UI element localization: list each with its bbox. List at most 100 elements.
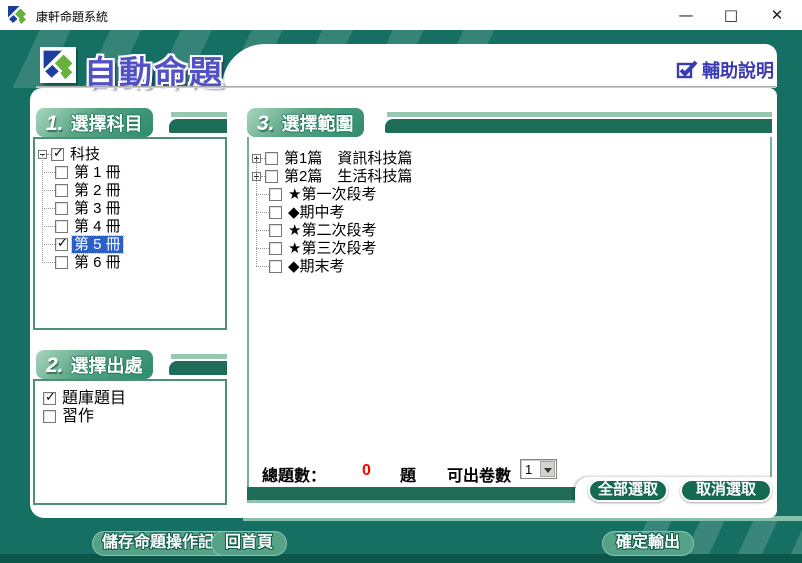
checkbox[interactable] xyxy=(43,410,56,423)
section2-header: 2. 選擇出處 xyxy=(36,350,153,379)
subject-tree-box: 科技 第 1 冊 第 2 冊 第 3 冊 第 4 冊 第 5 冊 xyxy=(33,137,227,330)
tree-item-label: 第 3 冊 xyxy=(72,200,123,217)
app-window: 康軒命題系統 — □ ✕ 自動命題 輔助說明 1. 選擇科目 科技 xyxy=(0,0,802,563)
tree-connector xyxy=(256,248,269,249)
home-button[interactable]: 回首頁 xyxy=(211,531,287,556)
checkbox[interactable] xyxy=(269,224,282,237)
section2-bar-dark xyxy=(169,361,227,375)
checkbox-pen-icon xyxy=(676,59,698,81)
confirm-output-button[interactable]: 確定輸出 xyxy=(602,531,694,556)
checkbox[interactable] xyxy=(269,206,282,219)
window-title-bar: 康軒命題系統 — □ ✕ xyxy=(0,0,802,30)
tree-connector xyxy=(256,194,269,195)
help-button[interactable]: 輔助說明 xyxy=(676,57,774,83)
tree-item-exam[interactable]: ◆期中考 xyxy=(256,203,347,221)
checkbox[interactable] xyxy=(269,260,282,273)
total-questions-label: 總題數： xyxy=(262,462,326,486)
kangxuan-logo-icon xyxy=(40,47,76,83)
minimize-button[interactable]: — xyxy=(671,4,701,26)
tree-item-label: 第 2 冊 xyxy=(72,182,123,199)
checkbox[interactable] xyxy=(265,152,278,165)
select-all-button[interactable]: 全部選取 xyxy=(588,479,668,502)
tree-item-volume[interactable]: 第 4 冊 xyxy=(42,217,123,235)
tree-item-volume[interactable]: 第 2 冊 xyxy=(42,181,123,199)
checkbox[interactable] xyxy=(43,392,56,405)
tree-item-label: 第1篇 資訊科技篇 xyxy=(282,150,414,167)
section3-bar-dark xyxy=(385,119,772,133)
section2-bar-light xyxy=(171,354,227,359)
option-label: 題庫題目 xyxy=(60,390,128,407)
tree-connector xyxy=(42,172,55,173)
section1-bar-dark xyxy=(169,119,227,133)
section1-number: 1. xyxy=(46,112,64,136)
tree-connector xyxy=(42,226,55,227)
tree-item-label: 第 5 冊 xyxy=(72,236,123,253)
window-title: 康軒命題系統 xyxy=(36,8,108,25)
checkbox[interactable] xyxy=(265,170,278,183)
checkbox[interactable] xyxy=(269,188,282,201)
tree-connector xyxy=(42,262,55,263)
paper-count-dropdown[interactable]: 1 xyxy=(520,459,557,479)
tree-item-volume[interactable]: 第 3 冊 xyxy=(42,199,123,217)
source-options-box: 題庫題目 習作 xyxy=(33,379,227,505)
header-divider xyxy=(36,86,776,88)
tree-connector xyxy=(256,230,269,231)
tree-item-label: ◆期中考 xyxy=(286,204,347,221)
tree-item-label: ★第三次段考 xyxy=(286,240,378,257)
tree-item-exam[interactable]: ★第二次段考 xyxy=(256,221,378,239)
tree-item-exam[interactable]: ★第三次段考 xyxy=(256,239,378,257)
section1-header: 1. 選擇科目 xyxy=(36,108,153,137)
checkbox[interactable] xyxy=(55,184,68,197)
option-label: 習作 xyxy=(60,408,96,425)
section1-title: 選擇科目 xyxy=(71,110,143,136)
paper-count-value: 1 xyxy=(525,462,532,477)
option-row[interactable]: 習作 xyxy=(43,407,96,425)
dropdown-arrow-icon xyxy=(544,468,552,473)
section3-header: 3. 選擇範圍 xyxy=(247,108,364,137)
help-label: 輔助說明 xyxy=(702,57,774,83)
checkbox[interactable] xyxy=(55,256,68,269)
questions-unit-label: 題 xyxy=(400,462,416,486)
tree-item-label: 第2篇 生活科技篇 xyxy=(282,168,414,185)
tree-item-chapter[interactable]: 第2篇 生活科技篇 xyxy=(252,167,414,185)
tree-item-subject-root[interactable]: 科技 xyxy=(38,145,102,163)
section3-number: 3. xyxy=(257,112,275,136)
tree-item-label: 第 6 冊 xyxy=(72,254,123,271)
section3-title: 選擇範圍 xyxy=(282,110,354,136)
section2-title: 選擇出處 xyxy=(71,352,143,378)
tree-connector xyxy=(42,190,55,191)
tree-item-label: ★第二次段考 xyxy=(286,222,378,239)
paper-count-label: 可出卷數 xyxy=(447,462,511,486)
tree-connector-line xyxy=(256,159,257,266)
checkbox[interactable] xyxy=(51,148,64,161)
checkbox[interactable] xyxy=(269,242,282,255)
tree-item-label: ◆期末考 xyxy=(286,258,347,275)
close-button[interactable]: ✕ xyxy=(762,4,792,26)
checkbox[interactable] xyxy=(55,202,68,215)
range-tree-box: 第1篇 資訊科技篇 第2篇 生活科技篇 ★第一次段考 ◆期中考 ★第二次段考 ★… xyxy=(247,137,772,503)
checkbox[interactable] xyxy=(55,238,68,251)
tree-item-exam[interactable]: ◆期末考 xyxy=(256,257,347,275)
kangxuan-logo-icon xyxy=(7,5,27,25)
tree-item-label: ★第一次段考 xyxy=(286,186,378,203)
section2-number: 2. xyxy=(46,354,64,378)
option-row[interactable]: 題庫題目 xyxy=(43,389,128,407)
tree-item-volume-selected[interactable]: 第 5 冊 xyxy=(42,235,123,253)
tree-connector xyxy=(256,212,269,213)
tree-item-label: 第 4 冊 xyxy=(72,218,123,235)
deselect-button[interactable]: 取消選取 xyxy=(680,479,772,502)
checkbox[interactable] xyxy=(55,166,68,179)
checkbox[interactable] xyxy=(55,220,68,233)
tree-connector xyxy=(256,266,269,267)
section1-bar-light xyxy=(171,112,227,117)
tree-connector xyxy=(42,244,55,245)
tree-item-volume[interactable]: 第 6 冊 xyxy=(42,253,123,271)
tree-item-label: 第 1 冊 xyxy=(72,164,123,181)
tree-item-exam[interactable]: ★第一次段考 xyxy=(256,185,378,203)
section3-bottom-bar xyxy=(247,487,577,500)
tree-item-volume[interactable]: 第 1 冊 xyxy=(42,163,123,181)
total-questions-value: 0 xyxy=(362,462,371,480)
maximize-button[interactable]: □ xyxy=(716,4,746,26)
tree-item-chapter[interactable]: 第1篇 資訊科技篇 xyxy=(252,149,414,167)
dropdown-button[interactable] xyxy=(540,461,555,477)
